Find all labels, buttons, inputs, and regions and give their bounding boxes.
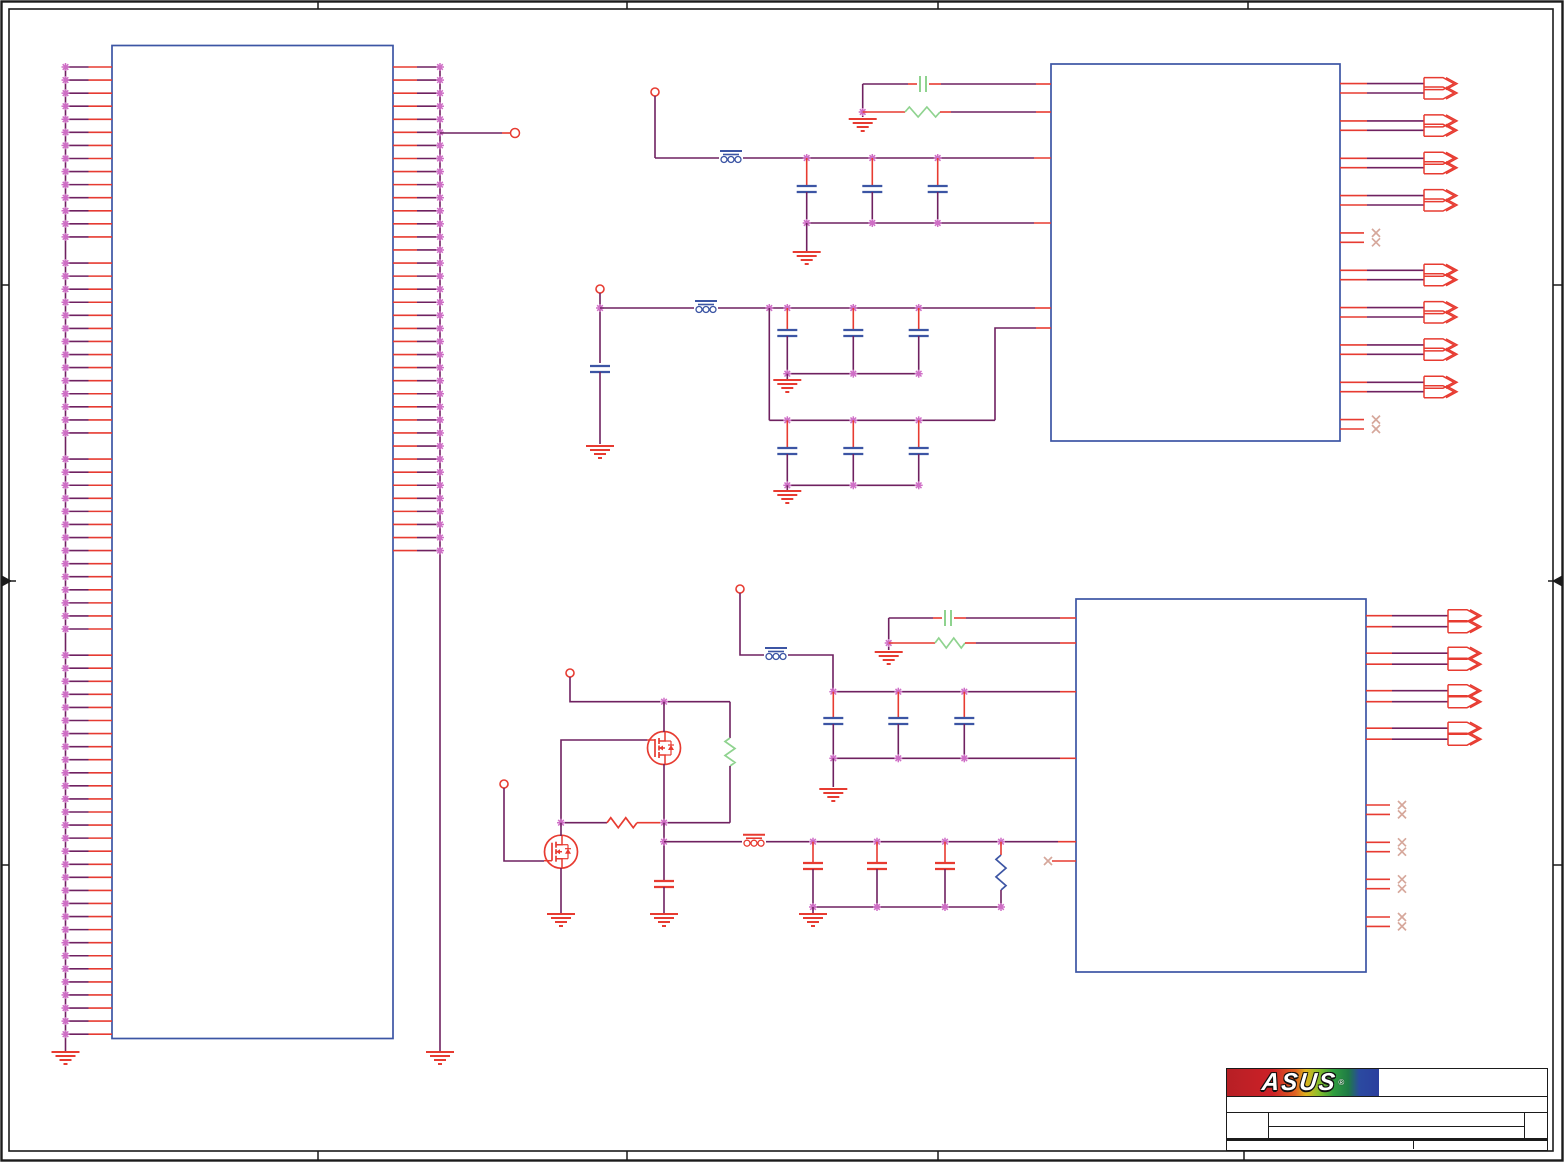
net-wire	[503, 788, 544, 862]
inductor-bead	[772, 652, 780, 661]
resistor	[994, 854, 1008, 891]
resistor	[723, 737, 737, 767]
unconnected-pin-circle	[509, 127, 521, 139]
resistor	[934, 636, 966, 650]
inductor-bead	[757, 839, 765, 847]
inductor-bead	[743, 839, 751, 847]
asus-logo: ASUS ®	[1227, 1068, 1379, 1096]
mosfet	[565, 848, 571, 854]
inductor-bead	[734, 155, 742, 164]
title-block-row4	[1227, 1141, 1547, 1149]
registered-mark: ®	[1338, 1078, 1345, 1087]
mosfet	[659, 754, 666, 765]
inductor-bead	[750, 839, 758, 847]
inductor-bead	[702, 305, 710, 314]
title-block-cell	[1414, 1141, 1547, 1149]
power-pin	[650, 87, 660, 97]
ic-left	[111, 44, 394, 1040]
power-pin	[595, 284, 605, 294]
schematic-canvas	[0, 0, 1564, 1162]
ic-top-right	[1050, 63, 1341, 442]
mosfet	[659, 731, 666, 742]
title-block-cell	[1227, 1141, 1414, 1149]
title-block-row2	[1227, 1097, 1547, 1113]
net-wire	[569, 677, 730, 703]
mosfet	[556, 857, 563, 869]
title-block: ASUS ®	[1226, 1068, 1548, 1151]
power-pin	[565, 668, 575, 678]
title-block-row3	[1227, 1113, 1547, 1141]
net-wire	[560, 739, 647, 823]
title-block-cell	[1269, 1113, 1524, 1127]
title-block-row-logo: ASUS ®	[1227, 1068, 1547, 1097]
inductor-bead	[709, 305, 717, 314]
resistor	[606, 816, 638, 830]
inductor-bead	[765, 652, 773, 661]
inductor-bead	[779, 652, 787, 661]
power-pin	[499, 779, 509, 789]
title-block-cell	[1269, 1113, 1524, 1138]
title-block-cell	[1524, 1113, 1547, 1138]
inductor-bead	[695, 305, 703, 314]
inductor-bead	[720, 155, 728, 164]
title-block-cell	[1379, 1069, 1547, 1096]
inductor-bead	[727, 155, 735, 164]
title-block-cell	[1227, 1113, 1269, 1138]
mosfet	[668, 745, 674, 750]
net-wire	[994, 327, 1036, 421]
ic-bottom-right	[1075, 598, 1367, 973]
power-pin	[735, 584, 745, 594]
net-wire	[739, 593, 764, 656]
net-wire	[788, 654, 834, 692]
schematic-page: ASUS ®	[0, 0, 1564, 1162]
asus-logo-text: ASUS	[1260, 1068, 1338, 1096]
mosfet	[556, 835, 563, 846]
resistor	[904, 105, 941, 119]
